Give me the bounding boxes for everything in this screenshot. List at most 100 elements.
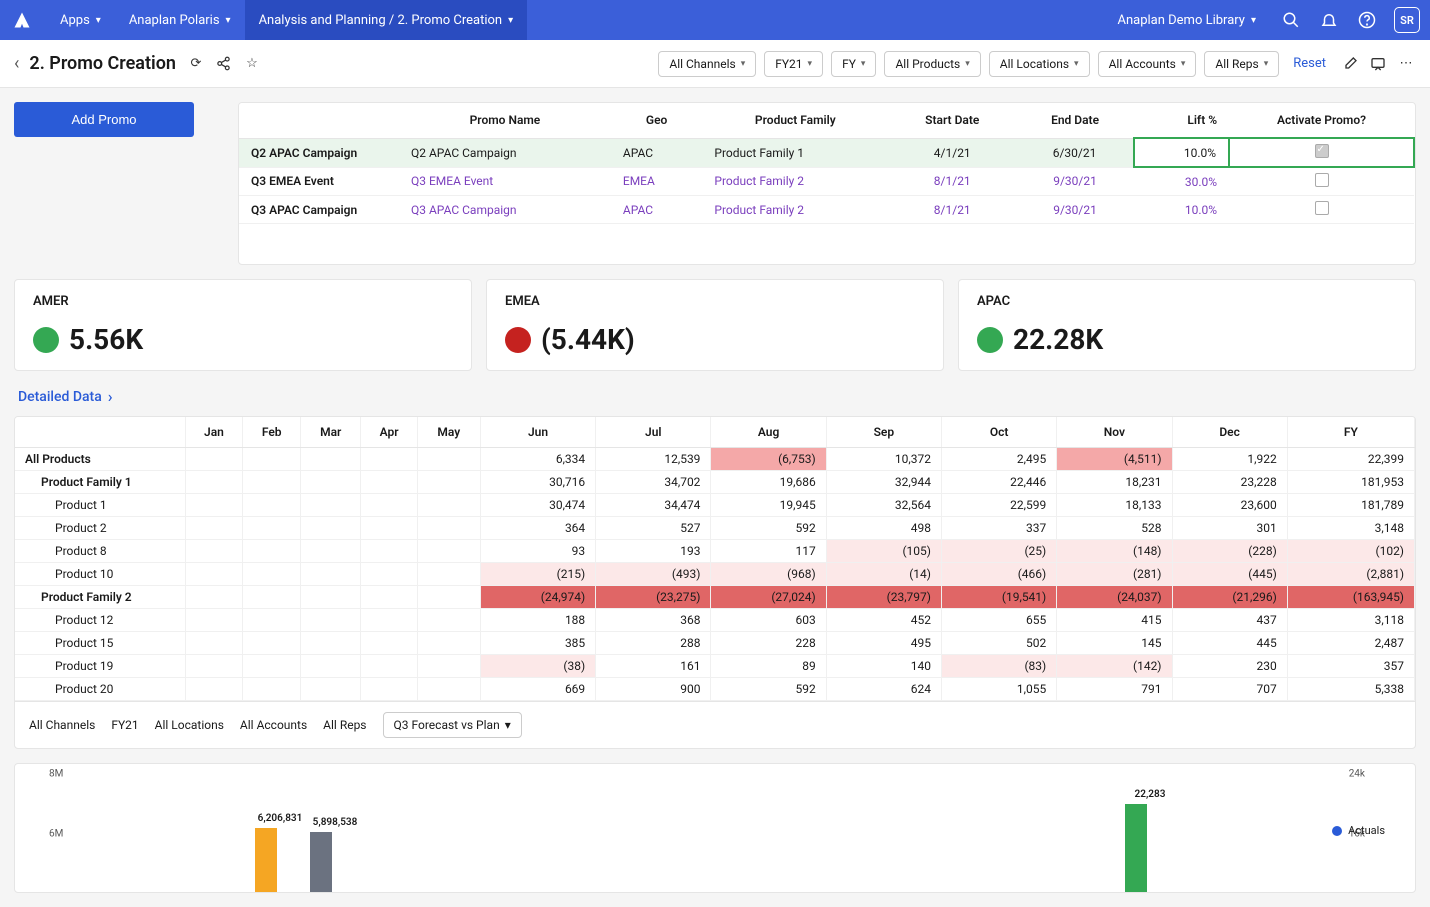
detailed-data-card: JanFebMarAprMayJunJulAugSepOctNovDecFY A… xyxy=(14,416,1416,749)
status-dot-icon xyxy=(505,327,531,353)
nav-library-label: Anaplan Demo Library xyxy=(1117,13,1245,28)
chevron-down-icon: ▾ xyxy=(1074,59,1079,69)
chevron-down-icon: ▾ xyxy=(1251,15,1256,26)
promo-header xyxy=(239,103,399,138)
promo-row[interactable]: Q3 EMEA EventQ3 EMEA EventEMEAProduct Fa… xyxy=(239,167,1414,196)
help-icon[interactable] xyxy=(1356,9,1378,31)
month-header: Oct xyxy=(941,417,1056,448)
nav-breadcrumb-label: Analysis and Planning / 2. Promo Creatio… xyxy=(259,13,503,28)
nav-app-name-label: Anaplan Polaris xyxy=(129,13,220,28)
filter-all-channels[interactable]: All Channels▾ xyxy=(658,51,756,77)
month-header: FY xyxy=(1287,417,1414,448)
kpi-card-amer[interactable]: AMER 5.56K xyxy=(14,279,472,371)
kpi-card-emea[interactable]: EMEA(5.44K) xyxy=(486,279,944,371)
bottom-filter-label[interactable]: All Accounts xyxy=(240,718,307,732)
data-row[interactable]: Product 153852882284955021454452,487 xyxy=(15,632,1415,655)
page-title: 2. Promo Creation xyxy=(29,53,176,74)
data-row[interactable]: Product 130,47434,47419,94532,56422,5991… xyxy=(15,494,1415,517)
promo-row[interactable]: Q3 APAC CampaignQ3 APAC CampaignAPACProd… xyxy=(239,196,1414,224)
bottom-filter-label[interactable]: FY21 xyxy=(111,718,138,732)
filter-fy21[interactable]: FY21▾ xyxy=(764,51,823,77)
chevron-down-icon: ▾ xyxy=(965,59,970,69)
kpi-value: 22.28K xyxy=(1013,323,1103,356)
search-icon[interactable] xyxy=(1280,9,1302,31)
chevron-down-icon: ▾ xyxy=(861,59,866,69)
activate-checkbox[interactable] xyxy=(1315,201,1329,215)
nav-library[interactable]: Anaplan Demo Library ▾ xyxy=(1109,0,1264,40)
share-icon[interactable] xyxy=(214,54,234,74)
kpi-title: APAC xyxy=(977,294,1397,309)
filter-all-locations[interactable]: All Locations▾ xyxy=(989,51,1090,77)
filter-all-accounts[interactable]: All Accounts▾ xyxy=(1098,51,1197,77)
kpi-value: (5.44K) xyxy=(541,323,635,356)
data-row[interactable]: Product 23645275924983375283013,148 xyxy=(15,517,1415,540)
bottom-filter-label[interactable]: All Locations xyxy=(155,718,224,732)
month-header: Jul xyxy=(596,417,711,448)
chart-bar: 22,283 xyxy=(1125,804,1147,893)
month-header: Jun xyxy=(480,417,595,448)
month-header: Apr xyxy=(361,417,417,448)
chart-area: 8M6M24k16k6,206,8315,898,53822,283 xyxy=(75,774,1185,893)
star-icon[interactable]: ☆ xyxy=(242,54,262,74)
detailed-data-link[interactable]: Detailed Data xyxy=(18,387,113,406)
user-avatar[interactable]: SR xyxy=(1394,7,1420,33)
chevron-down-icon: ▾ xyxy=(96,15,101,26)
month-header: May xyxy=(417,417,480,448)
chevron-down-icon: ▾ xyxy=(1264,59,1269,69)
data-row[interactable]: Product 19(38)16189140(83)(142)230357 xyxy=(15,655,1415,678)
activate-checkbox[interactable] xyxy=(1315,173,1329,187)
chart-legend: Actuals xyxy=(1332,824,1385,841)
data-row[interactable]: Product 10(215)(493)(968)(14)(466)(281)(… xyxy=(15,563,1415,586)
bottom-filter-bar: All Channels FY21 All Locations All Account… xyxy=(15,701,1415,748)
month-header: Sep xyxy=(826,417,941,448)
app-logo[interactable] xyxy=(10,8,34,32)
nav-breadcrumb[interactable]: Analysis and Planning / 2. Promo Creatio… xyxy=(245,0,528,40)
legend-dot-icon xyxy=(1332,826,1342,836)
promo-name-link[interactable]: Q3 EMEA Event xyxy=(411,174,493,188)
promo-header: Start Date xyxy=(888,103,1016,138)
bottom-filter-label[interactable]: All Channels xyxy=(29,718,95,732)
refresh-icon[interactable]: ⟳ xyxy=(186,54,206,74)
filter-all-reps[interactable]: All Reps▾ xyxy=(1204,51,1279,77)
data-row[interactable]: Product 206699005926241,0557917075,338 xyxy=(15,678,1415,701)
bell-icon[interactable] xyxy=(1318,9,1340,31)
chevron-down-icon: ▾ xyxy=(808,59,813,69)
reset-link[interactable]: Reset xyxy=(1293,56,1326,71)
add-promo-button[interactable]: Add Promo xyxy=(14,102,194,137)
filter-fy[interactable]: FY▾ xyxy=(831,51,876,77)
chart-bar: 5,898,538 xyxy=(310,832,332,893)
month-header: Nov xyxy=(1057,417,1172,448)
page-header: ‹ 2. Promo Creation ⟳ ☆ All Channels▾ FY2… xyxy=(0,40,1430,88)
data-row[interactable]: All Products6,33412,539(6,753)10,3722,49… xyxy=(15,448,1415,471)
bottom-filter-label[interactable]: All Reps xyxy=(323,718,366,732)
promo-name-link[interactable]: Q3 APAC Campaign xyxy=(411,203,517,217)
data-row[interactable]: Product Family 130,71634,70219,68632,944… xyxy=(15,471,1415,494)
month-header: Dec xyxy=(1172,417,1287,448)
data-row[interactable]: Product Family 2(24,974)(23,275)(27,024)… xyxy=(15,586,1415,609)
data-row[interactable]: Product 893193117(105)(25)(148)(228)(102… xyxy=(15,540,1415,563)
activate-checkbox[interactable] xyxy=(1315,144,1329,158)
month-header: Jan xyxy=(185,417,243,448)
back-arrow-icon[interactable]: ‹ xyxy=(14,53,19,74)
kpi-card-apac[interactable]: APAC 22.28K xyxy=(958,279,1416,371)
chevron-down-icon: ▾ xyxy=(741,59,746,69)
promo-header: Geo xyxy=(611,103,703,138)
promo-row[interactable]: Q2 APAC CampaignQ2 APAC CampaignAPACProd… xyxy=(239,138,1414,167)
nav-apps[interactable]: Apps▾ xyxy=(46,0,115,40)
comment-icon[interactable] xyxy=(1368,54,1388,74)
kpi-row: AMER 5.56K EMEA(5.44K) APAC 22.28K xyxy=(14,279,1416,371)
kpi-title: AMER xyxy=(33,294,453,309)
more-icon[interactable]: ⋯ xyxy=(1396,54,1416,74)
nav-app-name[interactable]: Anaplan Polaris ▾ xyxy=(115,0,245,40)
edit-icon[interactable] xyxy=(1340,54,1360,74)
chevron-down-icon: ▾ xyxy=(505,718,511,732)
data-row[interactable]: Product 121883686034526554154373,118 xyxy=(15,609,1415,632)
promo-header: Promo Name xyxy=(399,103,611,138)
kpi-value: 5.56K xyxy=(69,323,143,356)
chevron-down-icon: ▾ xyxy=(226,15,231,26)
top-navbar: Apps▾ Anaplan Polaris ▾ Analysis and Plan… xyxy=(0,0,1430,40)
promo-header: Activate Promo? xyxy=(1229,103,1414,138)
filter-all-products[interactable]: All Products▾ xyxy=(884,51,980,77)
promo-table-card: Promo NameGeoProduct FamilyStart DateEnd… xyxy=(238,102,1416,265)
scenario-dropdown[interactable]: Q3 Forecast vs Plan▾ xyxy=(383,712,522,738)
